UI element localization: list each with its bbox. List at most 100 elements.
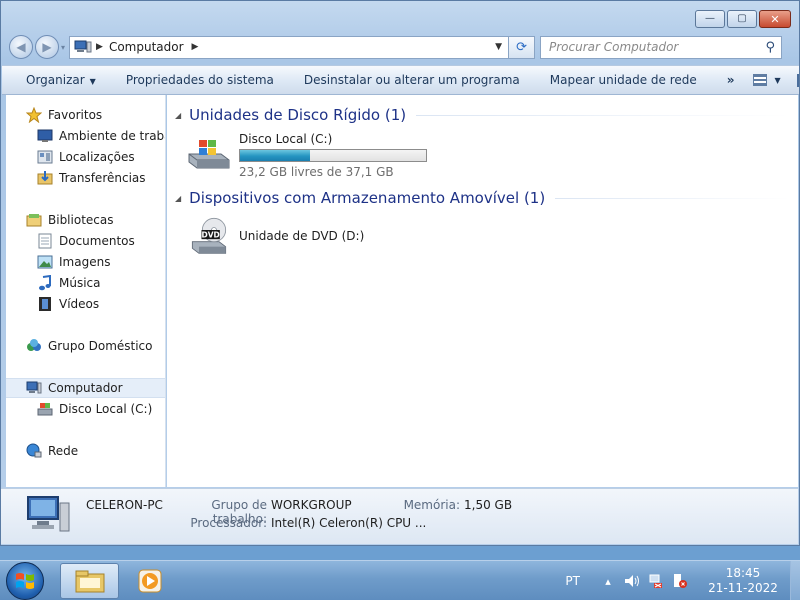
drive-name: Disco Local (C:) [239, 132, 333, 146]
organize-button[interactable]: Organizar ▼ [26, 73, 96, 87]
action-center-icon[interactable] [672, 573, 688, 589]
group-header-hard-drives[interactable]: ◢ Unidades de Disco Rígido (1) [175, 106, 790, 124]
volume-icon[interactable] [624, 573, 640, 589]
workgroup-value: WORKGROUP [271, 498, 352, 512]
refresh-button[interactable]: ⟳ [509, 35, 536, 59]
navigation-row: ◀ ▶ ▾ ▶ Computador ▶ ▼ ⟳ ⚲ [9, 34, 793, 60]
back-button[interactable]: ◀ [9, 35, 33, 59]
sidebar-item-label: Grupo Doméstico [48, 339, 153, 353]
minimize-button[interactable]: — [695, 10, 725, 28]
computer-icon [74, 40, 92, 53]
sidebar-item-network[interactable]: Rede [26, 441, 165, 461]
close-icon: ✕ [770, 12, 780, 26]
drive-usage-bar [239, 149, 427, 162]
refresh-icon: ⟳ [516, 39, 527, 55]
drive-usage-fill [240, 150, 310, 161]
sidebar-item-documents[interactable]: Documentos [37, 231, 165, 251]
recent-pages-dropdown[interactable]: ▾ [61, 43, 65, 52]
sidebar-item-homegroup[interactable]: Grupo Doméstico [26, 336, 165, 356]
network-status-icon[interactable] [648, 573, 664, 589]
clock-time: 18:45 [725, 566, 761, 580]
forward-icon: ▶ [42, 40, 52, 54]
dvd-drive-icon: DVD [191, 217, 227, 254]
navigation-pane: Favoritos Ambiente de trabalho Localizaç… [6, 95, 166, 487]
memory-value: 1,50 GB [464, 498, 513, 512]
sidebar-item-label: Bibliotecas [48, 213, 114, 227]
computer-icon [26, 380, 42, 396]
forward-button[interactable]: ▶ [35, 35, 59, 59]
sidebar-item-desktop[interactable]: Ambiente de trabalho [37, 126, 165, 146]
group-title: Dispositivos com Armazenamento Amovível … [189, 189, 546, 207]
clock[interactable]: 18:45 21-11-2022 [696, 566, 790, 596]
back-icon: ◀ [16, 40, 26, 54]
sidebar-item-computer[interactable]: Computador [6, 378, 165, 398]
drive-item-dvd[interactable]: DVD Unidade de DVD (D:) [185, 215, 364, 255]
preview-pane-button[interactable] [796, 73, 799, 87]
group-divider [555, 197, 790, 199]
view-icon [752, 74, 767, 86]
sidebar-item-libraries[interactable]: Bibliotecas [26, 210, 165, 230]
sidebar-item-label: Ambiente de trabalho [59, 129, 165, 143]
show-desktop-button[interactable] [790, 561, 800, 600]
sidebar-item-local-disk[interactable]: Disco Local (C:) [37, 399, 165, 419]
sidebar-item-favorites[interactable]: Favoritos [26, 105, 165, 125]
taskbar-explorer-button[interactable] [60, 563, 119, 599]
taskbar-media-player-button[interactable] [124, 563, 176, 599]
search-input[interactable] [549, 40, 750, 54]
breadcrumb-computer[interactable]: Computador [109, 40, 184, 54]
details-pane: CELERON-PC Grupo de trabalho: WORKGROUP … [1, 488, 798, 544]
sidebar-item-label: Disco Local (C:) [59, 402, 153, 416]
system-properties-button[interactable]: Propriedades do sistema [126, 73, 274, 87]
sidebar-item-music[interactable]: Música [37, 273, 165, 293]
group-header-removable[interactable]: ◢ Dispositivos com Armazenamento Amovíve… [175, 189, 790, 207]
drive-item-local-disk[interactable]: Disco Local (C:) 23,2 GB livres de 37,1 … [185, 132, 427, 179]
breadcrumb-chevron-icon[interactable]: ▶ [192, 42, 199, 52]
sidebar-item-downloads[interactable]: Transferências [37, 168, 165, 188]
sidebar-item-pictures[interactable]: Imagens [37, 252, 165, 272]
address-bar[interactable]: ▶ Computador ▶ ▼ [69, 35, 510, 59]
computer-icon [27, 496, 70, 532]
sidebar-item-label: Favoritos [48, 108, 103, 122]
command-bar: Organizar ▼ Propriedades do sistema Desin… [2, 65, 799, 95]
star-icon [26, 107, 42, 123]
folder-icon [75, 570, 104, 593]
desktop-icon [37, 128, 53, 144]
sidebar-item-videos[interactable]: Vídeos [37, 294, 165, 314]
language-indicator[interactable]: PT [565, 574, 580, 588]
show-hidden-icons-button[interactable]: ▴ [600, 573, 616, 589]
sidebar-item-places[interactable]: Localizações [37, 147, 165, 167]
places-icon [37, 149, 53, 165]
search-box[interactable]: ⚲ [540, 35, 783, 59]
collapse-triangle-icon[interactable]: ◢ [175, 194, 181, 203]
content-pane: ◢ Unidades de Disco Rígido (1) Disco Loc… [167, 95, 798, 487]
caption-buttons: — ▢ ✕ [695, 10, 791, 28]
sidebar-item-label: Música [59, 276, 101, 290]
more-commands-button[interactable]: » [727, 73, 735, 87]
close-button[interactable]: ✕ [759, 10, 791, 28]
change-view-button[interactable]: ▼ [752, 74, 781, 86]
search-icon[interactable]: ⚲ [765, 40, 775, 55]
chevron-down-icon: ▼ [89, 77, 96, 86]
pictures-icon [37, 254, 53, 270]
computer-name: CELERON-PC [86, 498, 163, 512]
media-player-icon [138, 569, 162, 593]
sidebar-item-label: Vídeos [59, 297, 100, 311]
start-button[interactable] [6, 562, 44, 600]
uninstall-program-button[interactable]: Desinstalar ou alterar um programa [304, 73, 520, 87]
system-tray: PT ▴ 18:45 21-11-2022 [565, 561, 800, 600]
taskbar: PT ▴ 18:45 21-11-2022 [0, 560, 800, 600]
drive-info: Disco Local (C:) 23,2 GB livres de 37,1 … [239, 132, 427, 179]
group-title: Unidades de Disco Rígido (1) [189, 106, 407, 124]
local-disk-icon [37, 401, 53, 417]
svg-text:DVD: DVD [202, 231, 220, 240]
map-network-drive-button[interactable]: Mapear unidade de rede [550, 73, 697, 87]
maximize-icon: ▢ [737, 13, 747, 24]
local-disk-drive-icon [188, 140, 230, 169]
maximize-button[interactable]: ▢ [727, 10, 757, 28]
collapse-triangle-icon[interactable]: ◢ [175, 111, 181, 120]
breadcrumb-separator-icon[interactable]: ▶ [96, 42, 103, 52]
chevron-down-icon: ▼ [774, 75, 781, 85]
downloads-icon [37, 170, 53, 186]
drive-name: Unidade de DVD (D:) [239, 229, 365, 243]
address-dropdown-icon[interactable]: ▼ [495, 42, 502, 52]
